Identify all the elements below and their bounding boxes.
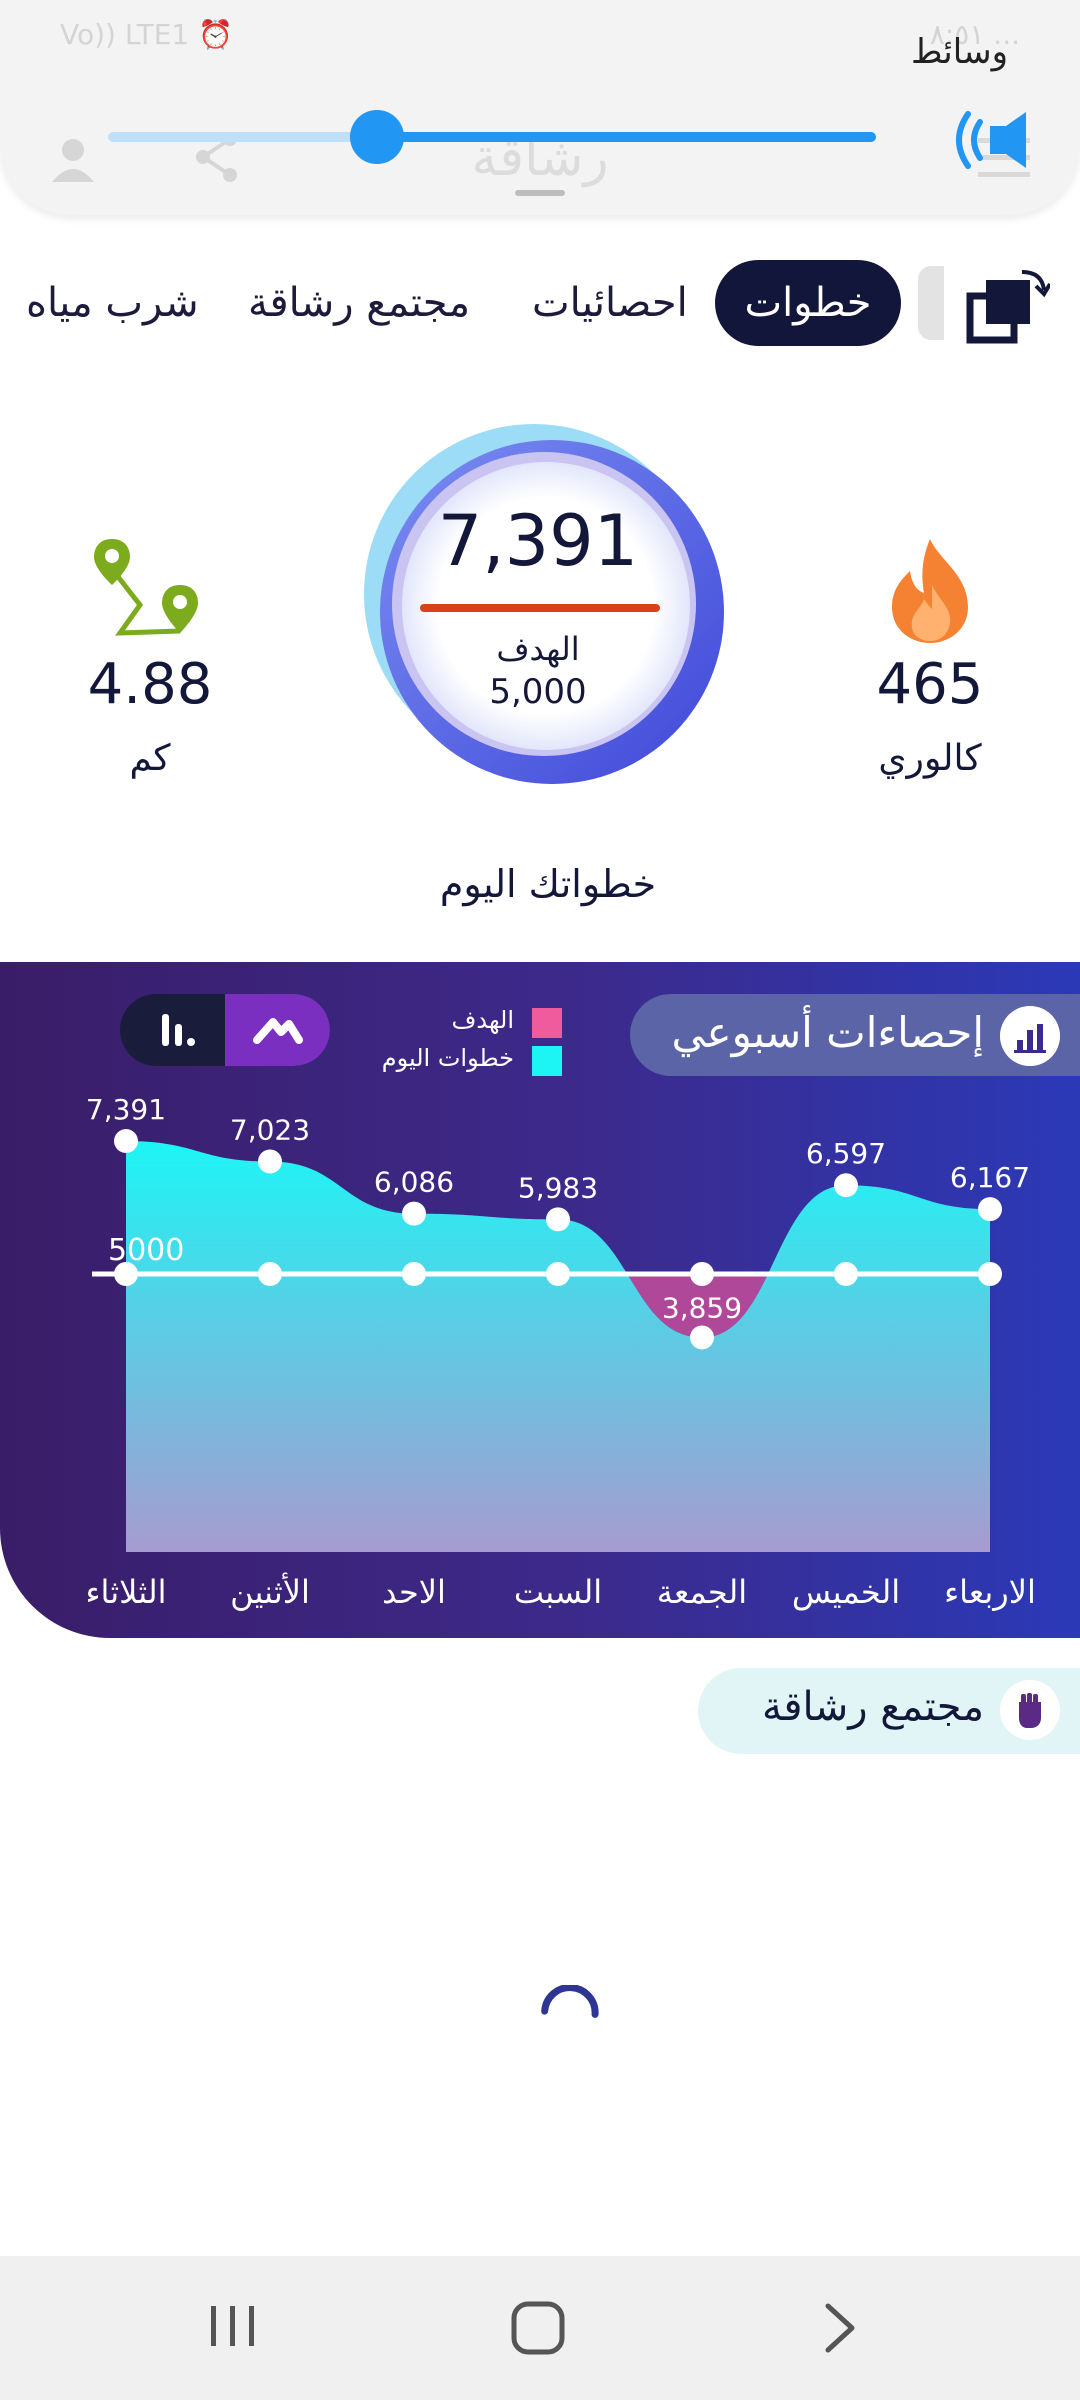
media-label: وسائط (910, 32, 1008, 72)
legend-steps-swatch (532, 1046, 562, 1076)
steps-value: 7,391 (437, 500, 639, 582)
switch-view-icon[interactable] (966, 266, 1050, 344)
today-steps-caption: خطواتك اليوم (439, 862, 657, 906)
status-bar: Vo)) LTE1 ⏰ ٨:٥١ ... (60, 12, 1020, 62)
flame-icon (892, 539, 968, 643)
data-label: 7,391 (86, 1093, 166, 1126)
goal-label: الهدف (496, 630, 580, 668)
goal-point (978, 1262, 1002, 1286)
day-label: الأثنين (230, 1572, 310, 1611)
loading-spinner-icon (541, 1985, 599, 2018)
back-icon[interactable] (818, 2300, 862, 2356)
tab-divider (918, 266, 944, 340)
goal-point (402, 1262, 426, 1286)
goal-point (690, 1262, 714, 1286)
tab-bar: شرب مياه مجتمع رشاقة احصائيات خطوات (0, 260, 1080, 348)
home-icon[interactable] (508, 2298, 568, 2358)
goal-point (834, 1262, 858, 1286)
day-label: الثلاثاء (85, 1573, 166, 1611)
day-label: السبت (514, 1573, 602, 1611)
data-label: 6,597 (806, 1137, 886, 1170)
profile-icon[interactable] (48, 134, 98, 184)
data-label: 5,983 (518, 1171, 598, 1204)
day-label: الاربعاء (944, 1573, 1036, 1611)
volume-slider[interactable] (108, 110, 876, 164)
legend-steps-label: خطوات اليوم (381, 1044, 514, 1072)
goal-point (258, 1262, 282, 1286)
tab-steps[interactable]: خطوات (715, 260, 901, 346)
volume-slider-thumb[interactable] (349, 110, 404, 164)
volume-slider-fill (376, 132, 876, 142)
bar-chart-icon (1000, 1006, 1060, 1066)
data-label: 6,086 (374, 1166, 454, 1199)
community-title[interactable]: مجتمع رشاقة (762, 1684, 984, 1730)
bar-chart-toggle-icon[interactable] (120, 994, 225, 1066)
steps-point (690, 1325, 714, 1350)
day-label: الاحد (382, 1573, 446, 1611)
tab-stats[interactable]: احصائيات (532, 260, 688, 346)
media-volume-panel: Vo)) LTE1 ⏰ ٨:٥١ ... وسائط رشاقة (0, 0, 1080, 215)
card-corner (0, 900, 160, 962)
tab-water[interactable]: شرب مياه (26, 260, 199, 346)
legend-goal-swatch (532, 1008, 562, 1038)
weekly-title: إحصاءات أسبوعي (671, 1008, 984, 1057)
steps-underline (420, 604, 660, 612)
goal-point (546, 1262, 570, 1286)
fist-icon (1000, 1680, 1060, 1740)
day-label: الجمعة (657, 1573, 747, 1611)
panel-handle[interactable] (515, 190, 565, 196)
day-label: الخميس (792, 1573, 900, 1611)
chart-type-toggle[interactable] (120, 994, 330, 1066)
goal-value: 5,000 (489, 672, 587, 712)
weekly-steps-chart: 5000 7,391 7,023 6,086 5,983 3,859 6,597 6,167 ا… (85, 1093, 1036, 1611)
speaker-icon[interactable] (946, 108, 1026, 172)
steps-point (114, 1129, 138, 1154)
steps-point (978, 1197, 1002, 1222)
calories-value: 465 (876, 652, 984, 717)
line-chart-toggle-icon[interactable] (225, 994, 330, 1066)
system-navigation-bar (0, 2256, 1080, 2400)
goal-point (114, 1262, 138, 1286)
steps-point (834, 1173, 858, 1198)
tab-community[interactable]: مجتمع رشاقة (248, 260, 470, 346)
data-label: 6,167 (950, 1161, 1030, 1194)
steps-point (258, 1149, 282, 1174)
steps-progress-ring (364, 424, 724, 784)
recents-icon[interactable] (205, 2302, 261, 2350)
legend-goal-label: الهدف (451, 1006, 514, 1034)
goal-line-label: 5000 (108, 1233, 184, 1268)
status-left: Vo)) LTE1 ⏰ (60, 18, 233, 51)
distance-value: 4.88 (87, 652, 213, 717)
route-icon (94, 539, 198, 636)
calories-label: كالوري (878, 738, 982, 779)
data-label: 7,023 (230, 1114, 310, 1147)
distance-label: كم (129, 738, 171, 779)
data-label: 3,859 (662, 1291, 742, 1324)
steps-point (546, 1207, 570, 1232)
steps-point (402, 1201, 426, 1226)
